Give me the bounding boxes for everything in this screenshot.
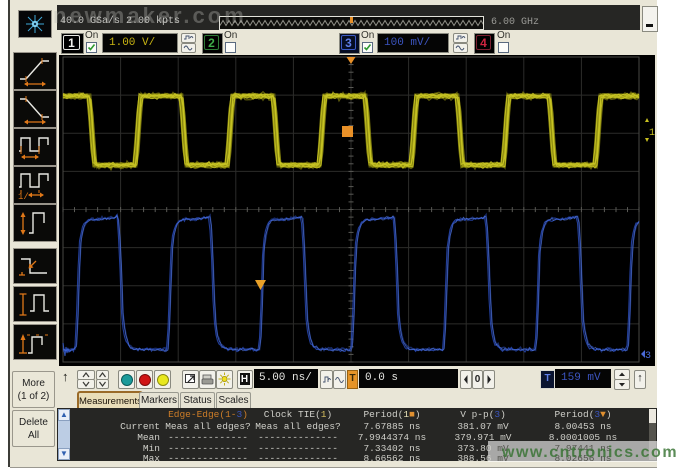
svg-text:1: 1 — [649, 128, 655, 139]
svg-text:1/: 1/ — [18, 192, 29, 202]
svg-text:3: 3 — [645, 351, 651, 362]
